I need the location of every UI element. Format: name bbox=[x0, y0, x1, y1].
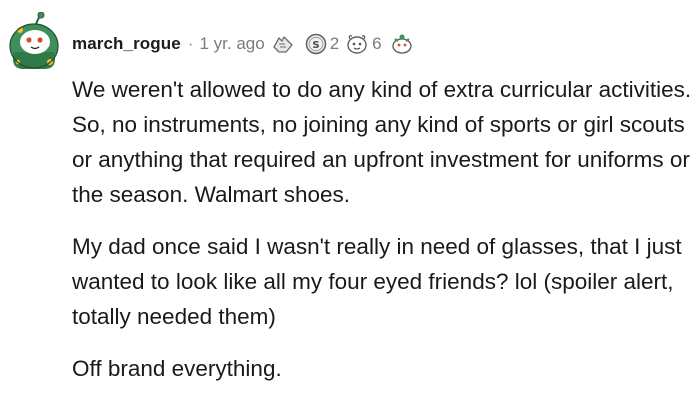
comment-header: march_rogue · 1 yr. ago S 2 6 bbox=[72, 24, 414, 64]
timestamp[interactable]: 1 yr. ago bbox=[199, 34, 264, 54]
silver-award-count: 2 bbox=[329, 34, 340, 53]
comment: march_rogue · 1 yr. ago S 2 6 We weren't… bbox=[0, 0, 700, 410]
award-hands[interactable] bbox=[271, 33, 295, 55]
award-wholesome[interactable]: 6 bbox=[345, 33, 382, 55]
helpful-award-icon bbox=[391, 34, 412, 54]
award-helpful[interactable] bbox=[390, 33, 414, 55]
username-link[interactable]: march_rogue bbox=[72, 34, 181, 54]
snoo-avatar-icon bbox=[9, 11, 59, 69]
hands-award-icon bbox=[273, 36, 293, 53]
meta-separator: · bbox=[187, 34, 194, 53]
comment-paragraph: Off brand everything. bbox=[72, 356, 282, 381]
wholesome-award-count: 6 bbox=[372, 34, 382, 53]
comment-paragraph: We weren't allowed to do any kind of ext… bbox=[72, 77, 692, 207]
comment-body: We weren't allowed to do any kind of ext… bbox=[72, 72, 697, 403]
comment-paragraph: My dad once said I wasn't really in need… bbox=[72, 234, 682, 329]
svg-text:S: S bbox=[312, 40, 319, 51]
silver-coin-award-icon: S bbox=[305, 33, 326, 55]
user-avatar[interactable] bbox=[6, 11, 62, 70]
wholesome-award-icon bbox=[347, 35, 367, 54]
award-silver[interactable]: S 2 bbox=[305, 33, 339, 55]
